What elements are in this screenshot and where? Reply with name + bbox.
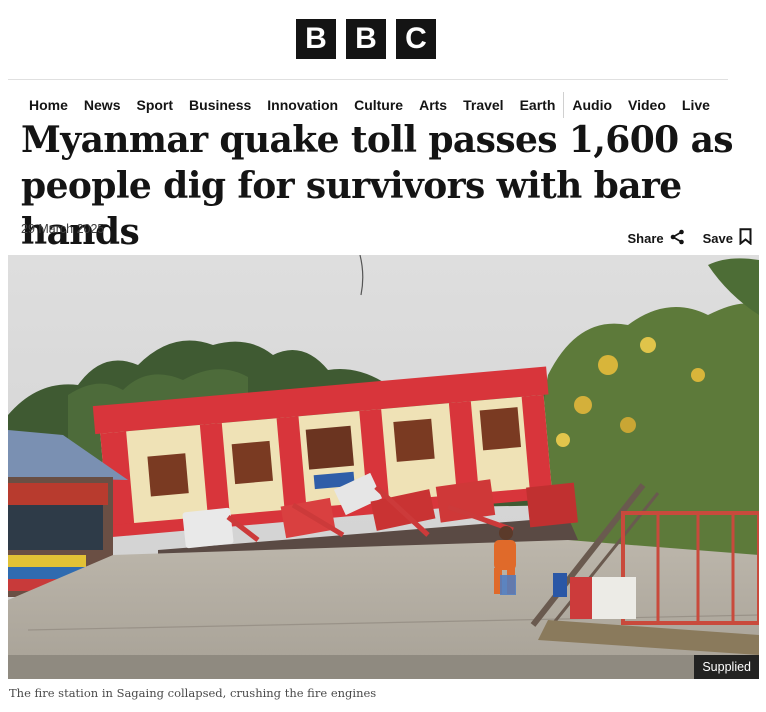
logo-letter-b2: B xyxy=(346,19,386,59)
article-date: 29 March 2025 xyxy=(21,222,105,236)
header-divider xyxy=(8,79,728,80)
logo-letter-b1: B xyxy=(296,19,336,59)
save-label: Save xyxy=(702,230,733,246)
nav-item-sport[interactable]: Sport xyxy=(136,97,173,113)
collapsed-fire-station-image xyxy=(8,255,759,679)
article-actions: Share Save xyxy=(627,228,752,248)
article-photo: Supplied xyxy=(8,255,759,679)
nav-item-innovation[interactable]: Innovation xyxy=(267,97,338,113)
nav-item-news[interactable]: News xyxy=(84,97,121,113)
share-icon xyxy=(670,229,685,248)
nav-item-travel[interactable]: Travel xyxy=(463,97,503,113)
nav-item-audio[interactable]: Audio xyxy=(572,97,612,113)
image-caption: The fire station in Sagaing collapsed, c… xyxy=(9,686,377,700)
bbc-logo[interactable]: B B C xyxy=(296,19,436,59)
bookmark-icon xyxy=(739,228,752,248)
nav-item-video[interactable]: Video xyxy=(628,97,666,113)
save-button[interactable]: Save xyxy=(703,228,752,248)
nav-divider xyxy=(563,92,565,118)
share-button[interactable]: Share xyxy=(627,229,684,248)
nav-item-earth[interactable]: Earth xyxy=(520,97,556,113)
nav-item-live[interactable]: Live xyxy=(682,97,710,113)
nav-item-business[interactable]: Business xyxy=(189,97,251,113)
image-credit-badge: Supplied xyxy=(694,655,759,679)
nav-item-culture[interactable]: Culture xyxy=(354,97,403,113)
main-nav: Home News Sport Business Innovation Cult… xyxy=(29,92,726,118)
nav-item-arts[interactable]: Arts xyxy=(419,97,447,113)
logo-letter-c: C xyxy=(396,19,436,59)
share-label: Share xyxy=(627,230,664,246)
nav-item-home[interactable]: Home xyxy=(29,97,68,113)
